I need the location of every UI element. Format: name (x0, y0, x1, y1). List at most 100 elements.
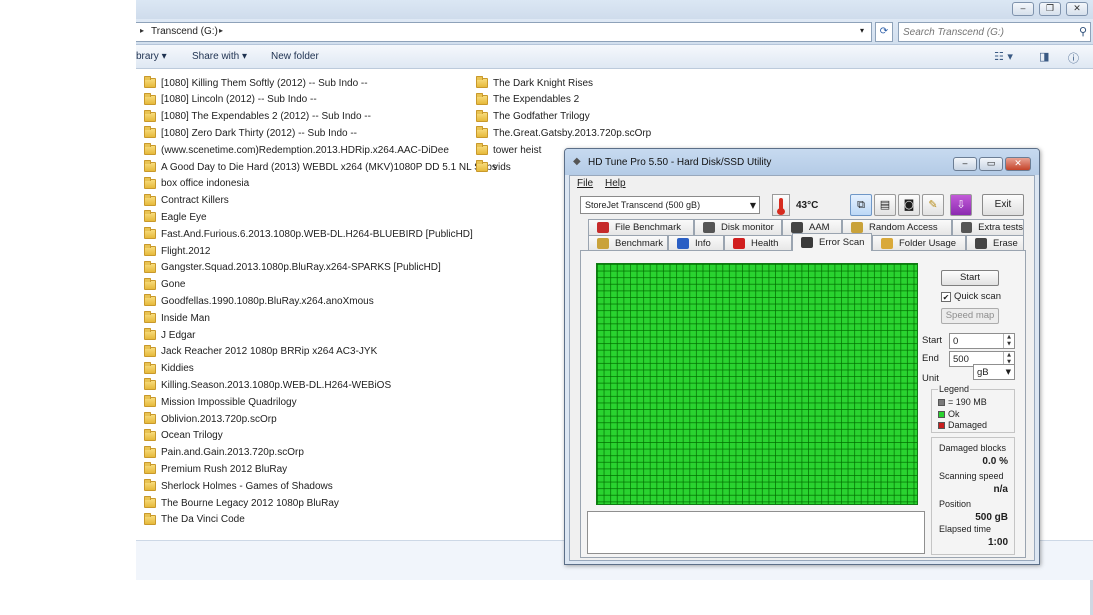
start-spinbox[interactable]: 0 ▲ ▼ (949, 333, 1015, 349)
drive-select[interactable]: StoreJet Transcend (500 gB) ▼ (580, 196, 760, 214)
folder-item[interactable]: vids (476, 159, 511, 175)
erase-icon (975, 238, 987, 249)
hdtune-close-button[interactable]: ✕ (1005, 157, 1031, 171)
address-row: ▸ Transcend (G:) ▸ ▾ ⟳ ⚲ (136, 19, 1093, 45)
folder-name: Contract Killers (161, 195, 229, 207)
folder-item[interactable]: The Da Vinci Code (144, 512, 245, 528)
folder-icon (144, 378, 156, 391)
folder-icon (476, 92, 488, 105)
address-bar[interactable]: ▸ Transcend (G:) ▸ ▾ (136, 22, 872, 42)
folder-item[interactable]: Contract Killers (144, 193, 229, 209)
tab-info[interactable]: Info (668, 235, 724, 251)
folder-item[interactable]: A Good Day to Die Hard (2013) WEBDL x264… (144, 159, 497, 175)
folder-item[interactable]: Sherlock Holmes - Games of Shadows (144, 478, 333, 494)
folder-item[interactable]: The Dark Knight Rises (476, 75, 593, 91)
library-button[interactable]: brary ▾ (136, 51, 167, 62)
folder-item[interactable]: Inside Man (144, 310, 210, 326)
minimize-button[interactable]: ‒ (1012, 2, 1034, 16)
folder-item[interactable]: Flight.2012 (144, 243, 210, 259)
tab-health[interactable]: Health (724, 235, 792, 251)
folder-item[interactable]: (www.scenetime.com)Redemption.2013.HDRip… (144, 142, 449, 158)
folder-item[interactable]: Gangster.Squad.2013.1080p.BluRay.x264-SP… (144, 260, 441, 276)
start-scan-button[interactable]: Start (941, 270, 999, 286)
position-value: 500 gB (975, 512, 1008, 523)
folder-item[interactable]: The.Great.Gatsby.2013.720p.scOrp (476, 125, 651, 141)
folder-item[interactable]: Fast.And.Furious.6.2013.1080p.WEB-DL.H26… (144, 226, 473, 242)
damaged-blocks-value: 0.0 % (982, 456, 1008, 467)
folder-item[interactable]: Pain.and.Gain.2013.720p.scOrp (144, 445, 304, 461)
view-options-icon[interactable]: ☷ ▾ (994, 50, 1013, 63)
folder-item[interactable]: Killing.Season.2013.1080p.WEB-DL.H264-WE… (144, 377, 391, 393)
tab-erase[interactable]: Erase (966, 235, 1024, 251)
folder-item[interactable]: [1080] Zero Dark Thirty (2012) -- Sub In… (144, 125, 357, 141)
restore-button[interactable]: ❐ (1039, 2, 1061, 16)
folder-item[interactable]: [1080] Killing Them Softly (2012) -- Sub… (144, 75, 368, 91)
folder-name: Eagle Eye (161, 211, 207, 223)
quick-scan-checkbox[interactable]: ✔ (941, 291, 951, 302)
folder-item[interactable]: Goodfellas.1990.1080p.BluRay.x264.anoXmo… (144, 293, 374, 309)
folder-item[interactable]: Ocean Trilogy (144, 428, 223, 444)
share-with-button[interactable]: Share with ▾ (192, 51, 247, 62)
folder-item[interactable]: box office indonesia (144, 176, 249, 192)
folder-item[interactable]: [1080] Lincoln (2012) -- Sub Indo -- (144, 92, 317, 108)
scan-log (587, 511, 925, 554)
hdtune-maximize-button[interactable]: ▭ (979, 157, 1003, 171)
folder-icon (144, 294, 156, 307)
tab-benchmark[interactable]: Benchmark (588, 235, 668, 251)
menu-file[interactable]: File (577, 178, 593, 189)
hdtune-titlebar[interactable]: ◆ HD Tune Pro 5.50 - Hard Disk/SSD Utili… (565, 149, 1039, 175)
close-button[interactable]: ✕ (1066, 2, 1088, 16)
spin-arrows-icon[interactable]: ▲ ▼ (1003, 334, 1014, 348)
new-folder-button[interactable]: New folder (271, 51, 319, 62)
screenshot-camera-icon[interactable]: ◙ (898, 194, 920, 216)
folder-item[interactable]: Kiddies (144, 361, 194, 377)
address-dropdown-icon[interactable]: ▾ (860, 26, 864, 35)
hdtune-minimize-button[interactable]: ‒ (953, 157, 977, 171)
folder-item[interactable]: The Bourne Legacy 2012 1080p BluRay (144, 495, 339, 511)
exit-button[interactable]: Exit (982, 194, 1024, 216)
save-arrow-icon[interactable]: ⇩ (950, 194, 972, 216)
preview-pane-icon[interactable]: ◨ (1039, 50, 1049, 63)
search-input[interactable] (903, 25, 1073, 39)
folder-name: The Da Vinci Code (161, 514, 245, 526)
menu-help[interactable]: Help (605, 178, 626, 189)
search-box[interactable]: ⚲ (898, 22, 1091, 42)
folder-item[interactable]: The Expendables 2 (476, 92, 579, 108)
folder-icon (144, 210, 156, 223)
help-icon[interactable]: ⓘ (1068, 50, 1079, 66)
folder-item[interactable]: Jack Reacher 2012 1080p BRRip x264 AC3-J… (144, 344, 377, 360)
folder-item[interactable]: J Edgar (144, 327, 195, 343)
unit-select[interactable]: gB ▼ (973, 364, 1015, 380)
folder-item[interactable]: The Godfather Trilogy (476, 109, 590, 125)
tab-folder-usage[interactable]: Folder Usage (872, 235, 966, 251)
refresh-button[interactable]: ⟳ (875, 22, 893, 42)
folder-item[interactable]: Eagle Eye (144, 209, 207, 225)
elapsed-time-value: 1:00 (987, 537, 1008, 548)
folder-item[interactable]: tower heist (476, 142, 541, 158)
legend-block-size: = 190 MB (938, 397, 987, 407)
folder-item[interactable]: [1080] The Expendables 2 (2012) -- Sub I… (144, 109, 371, 125)
tab-label: Random Access (869, 222, 938, 233)
tab-file-benchmark[interactable]: File Benchmark (588, 219, 694, 235)
folder-item[interactable]: Gone (144, 277, 185, 293)
close-icon: ✕ (1073, 4, 1081, 14)
folder-icon (144, 311, 156, 324)
folder-item[interactable]: Premium Rush 2012 BluRay (144, 461, 287, 477)
folder-name: The Godfather Trilogy (493, 111, 590, 123)
speed-map-button[interactable]: Speed map (941, 308, 999, 324)
copy-text-icon[interactable]: ⧉ (850, 194, 872, 216)
breadcrumb-arrow-icon[interactable]: ▸ (140, 26, 144, 35)
folder-item[interactable]: Mission Impossible Quadrilogy (144, 394, 297, 410)
quick-scan-option[interactable]: ✔ Quick scan (941, 291, 1001, 302)
refresh-icon: ⟳ (879, 26, 889, 37)
tab-disk-monitor[interactable]: Disk monitor (694, 219, 782, 235)
copy-info-icon[interactable]: ▤ (874, 194, 896, 216)
tab-error-scan[interactable]: Error Scan (792, 233, 872, 251)
breadcrumb-chevron-icon[interactable]: ▸ (219, 26, 223, 35)
options-icon[interactable]: ✎ (922, 194, 944, 216)
folder-icon (144, 412, 156, 424)
breadcrumb-current[interactable]: Transcend (G:) (151, 26, 218, 37)
search-icon[interactable]: ⚲ (1079, 25, 1087, 38)
folder-item[interactable]: Oblivion.2013.720p.scOrp (144, 411, 277, 427)
tab-extra-tests[interactable]: Extra tests (952, 219, 1024, 235)
